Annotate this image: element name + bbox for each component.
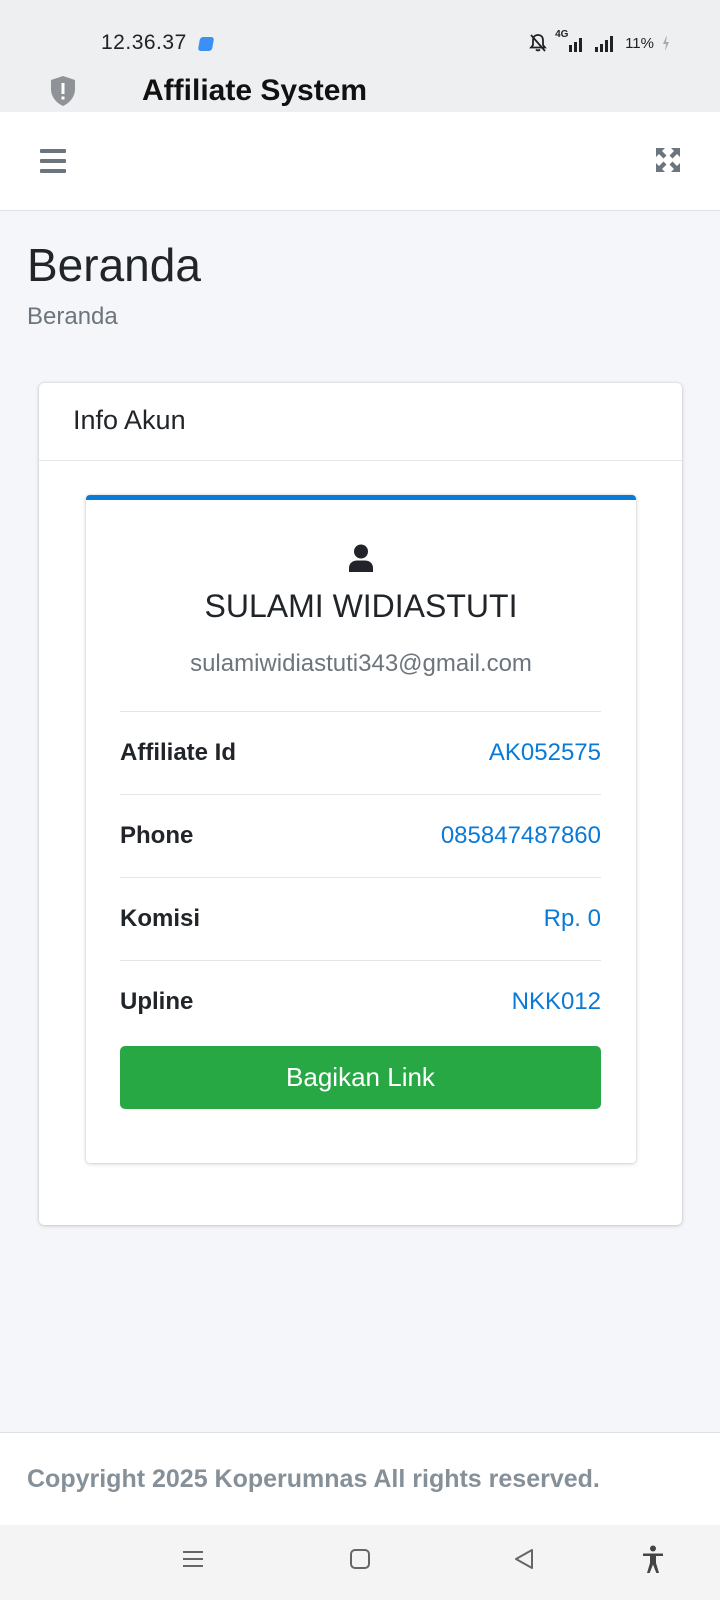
home-icon[interactable]	[349, 1547, 371, 1571]
status-time: 12.36.37	[101, 31, 187, 54]
battery-charging-icon	[663, 35, 669, 51]
battery-level: 11%	[625, 34, 654, 52]
breadcrumb[interactable]: Beranda	[27, 303, 118, 331]
info-value: 085847487860	[440, 822, 601, 849]
user-icon	[349, 544, 373, 572]
recent-apps-icon[interactable]	[181, 1547, 205, 1571]
accessibility-icon[interactable]	[641, 1545, 665, 1575]
card-title: Info Akun	[39, 383, 682, 461]
profile-name: SULAMI WIDIASTUTI	[204, 588, 518, 624]
info-value: Rp. 0	[543, 905, 601, 932]
info-row-phone: Phone 085847487860	[120, 794, 601, 877]
page-title: Beranda	[27, 239, 201, 291]
status-icons: 4G 11%	[529, 29, 670, 53]
footer: Copyright 2025 Koperumnas All rights res…	[0, 1432, 720, 1525]
info-row-affiliate-id: Affiliate Id AK052575	[120, 711, 601, 794]
app-title: Affiliate System	[142, 74, 368, 107]
info-row-upline: Upline NKK012	[120, 960, 601, 1043]
share-link-button[interactable]: Bagikan Link	[120, 1046, 601, 1109]
info-value: NKK012	[511, 988, 601, 1015]
signal-icon	[595, 36, 614, 52]
info-value: AK052575	[488, 739, 601, 766]
shield-alert-icon	[51, 76, 75, 106]
bell-off-icon	[529, 34, 547, 52]
system-nav-bar	[0, 1525, 720, 1600]
fullscreen-expand-icon[interactable]	[655, 147, 681, 173]
info-row-komisi: Komisi Rp. 0	[120, 877, 601, 960]
signal-4g-icon: 4G	[555, 29, 585, 53]
account-info-card: Info Akun SULAMI WIDIASTUTI sulamiwidias…	[39, 383, 682, 1225]
status-bar: 12.36.37 4G 11% Affiliate System	[0, 0, 720, 112]
copyright-text: Copyright 2025 Koperumnas All rights res…	[27, 1465, 600, 1493]
app-notification-icon	[197, 37, 215, 51]
info-label: Phone	[120, 822, 194, 849]
profile-card: SULAMI WIDIASTUTI sulamiwidiastuti343@gm…	[86, 495, 636, 1163]
hamburger-menu-icon[interactable]	[40, 149, 66, 173]
back-icon[interactable]	[513, 1547, 535, 1571]
info-list: Affiliate Id AK052575 Phone 085847487860…	[120, 711, 601, 1043]
top-navbar	[0, 112, 720, 211]
info-label: Upline	[120, 988, 194, 1015]
profile-email: sulamiwidiastuti343@gmail.com	[190, 650, 532, 677]
info-label: Affiliate Id	[120, 739, 237, 766]
info-label: Komisi	[120, 905, 201, 932]
